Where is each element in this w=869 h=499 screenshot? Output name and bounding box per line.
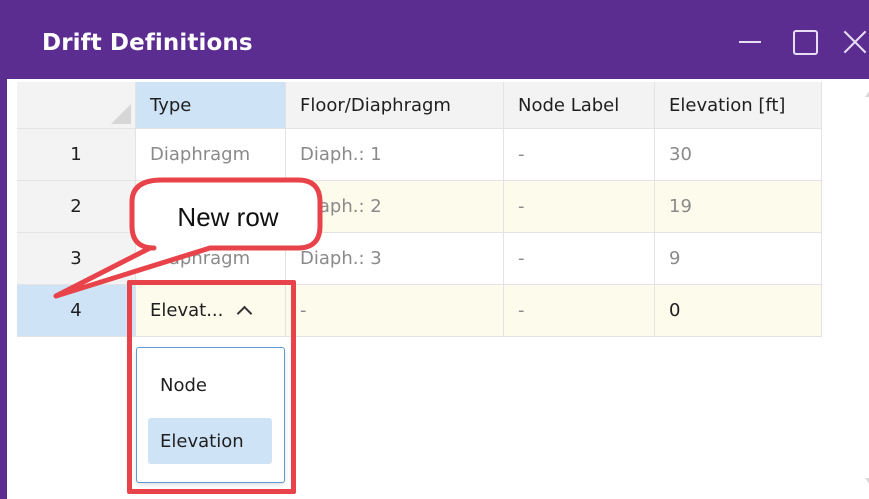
callout-bubble [53, 177, 323, 299]
callout-label: New row [177, 201, 279, 232]
